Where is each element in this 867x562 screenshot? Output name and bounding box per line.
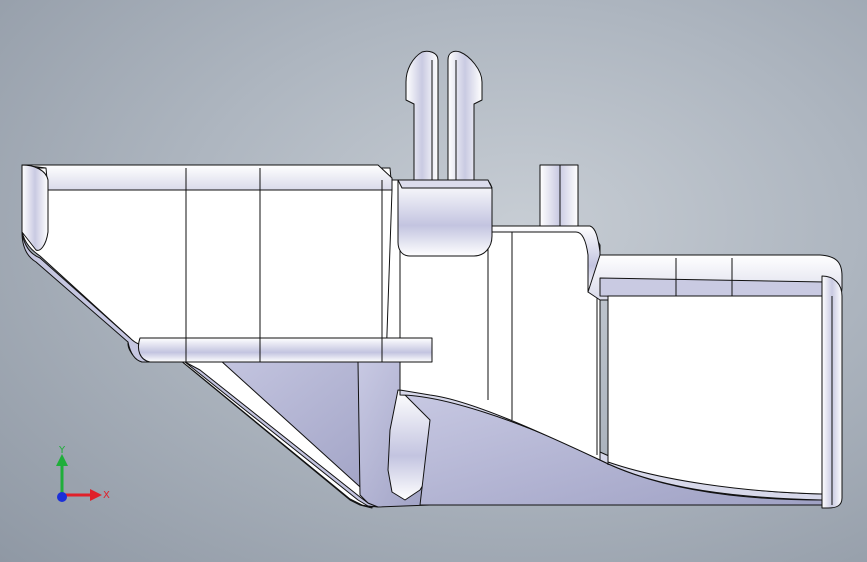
left-block-face — [21, 167, 393, 363]
right-block-front — [607, 295, 823, 495]
triad-x-label: X — [103, 490, 110, 501]
clip-left-prong — [405, 50, 439, 181]
pin-body — [539, 164, 579, 227]
triad-xy-quadrant — [62, 472, 85, 495]
graphics-viewport[interactable]: Y X — [0, 0, 867, 562]
left-bottom-round — [137, 337, 433, 363]
left-block-top — [21, 164, 393, 191]
cad-model[interactable]: Y X — [0, 0, 867, 562]
axis-triad: Y X — [56, 445, 110, 502]
left-end-round — [21, 164, 49, 251]
boss-top — [397, 179, 493, 189]
model-body — [21, 50, 843, 509]
triad-x-arrow — [90, 489, 102, 501]
triad-y-label: Y — [58, 445, 66, 456]
triad-z-axis-dot — [57, 492, 67, 502]
clip-right-prong — [447, 50, 483, 181]
boss-block — [397, 179, 493, 257]
